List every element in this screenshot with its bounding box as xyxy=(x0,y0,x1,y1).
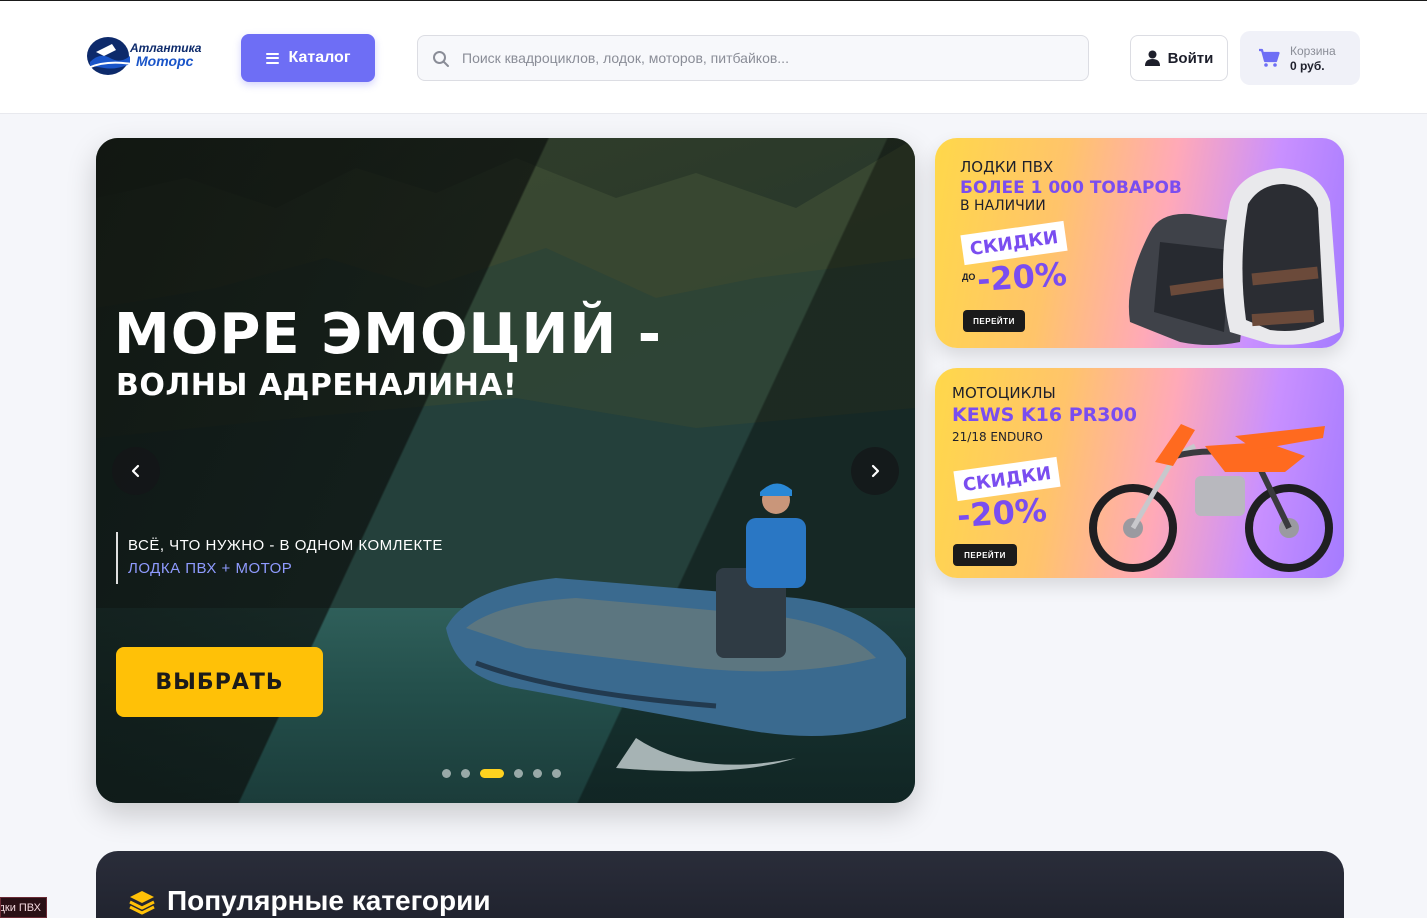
promo-discount: -20% xyxy=(975,254,1069,300)
inflatable-boats-image xyxy=(1128,168,1340,345)
hero-cta-button[interactable]: ВЫБРАТЬ xyxy=(116,647,323,717)
search-input[interactable] xyxy=(462,36,1072,80)
logo-emblem-icon xyxy=(87,37,133,75)
slider-dots xyxy=(442,769,561,778)
login-button[interactable]: Войти xyxy=(1130,35,1228,81)
logo[interactable]: Атлантика Моторс xyxy=(86,34,201,78)
search-bar xyxy=(417,35,1089,81)
search-icon xyxy=(433,51,449,67)
cart-button[interactable]: Корзина 0 руб. xyxy=(1240,31,1360,85)
section-title: Популярные категории xyxy=(167,885,491,916)
tooltip: дки ПВХ xyxy=(0,897,47,918)
promo-category: ЛОДКИ ПВХ xyxy=(960,158,1054,176)
popular-categories-section: Популярные категории xyxy=(96,851,1344,918)
hero-slider: МОРЕ ЭМОЦИЙ - ВОЛНЫ АДРЕНАЛИНА! ВСЁ, ЧТО… xyxy=(96,138,915,803)
promo-banner-motorcycle[interactable]: МОТОЦИКЛЫ KEWS K16 PR300 21/18 ENDURO СК… xyxy=(935,368,1344,578)
cart-label: Корзина xyxy=(1290,44,1336,58)
hero-title: МОРЕ ЭМОЦИЙ - xyxy=(114,302,662,367)
chevron-left-icon xyxy=(131,464,140,478)
promo-subline: В НАЛИЧИИ xyxy=(960,198,1046,214)
slider-dot[interactable] xyxy=(461,769,470,778)
slider-dot[interactable] xyxy=(552,769,561,778)
slider-dot[interactable] xyxy=(533,769,542,778)
cart-icon xyxy=(1259,48,1280,67)
promo-subline: 21/18 ENDURO xyxy=(952,430,1043,444)
menu-icon xyxy=(265,52,279,64)
promo-prefix: ДО xyxy=(962,272,976,282)
hero-divider xyxy=(116,532,118,584)
hero-text-line1: ВСЁ, ЧТО НУЖНО - В ОДНОМ КОМЛЕКТЕ xyxy=(128,537,443,554)
site-header: Атлантика Моторс Каталог Войти Корзина 0… xyxy=(0,0,1427,114)
promo-category: МОТОЦИКЛЫ xyxy=(952,384,1056,402)
hero-text-line2: ЛОДКА ПВХ + МОТОР xyxy=(128,560,293,577)
slider-dot[interactable] xyxy=(442,769,451,778)
boat-image xyxy=(446,483,906,772)
promo-go-button[interactable]: ПЕРЕЙТИ xyxy=(953,544,1017,566)
login-label: Войти xyxy=(1167,49,1214,67)
catalog-button[interactable]: Каталог xyxy=(241,34,375,82)
slider-dot[interactable] xyxy=(480,769,504,778)
cart-total: 0 руб. xyxy=(1290,59,1325,73)
logo-text: Атлантика Моторс xyxy=(130,42,201,69)
motorcycle-image xyxy=(1089,424,1333,572)
promo-banner-boats[interactable]: ЛОДКИ ПВХ БОЛЕЕ 1 000 ТОВАРОВ В НАЛИЧИИ … xyxy=(935,138,1344,348)
layers-icon xyxy=(129,891,155,915)
promo-discount: -20% xyxy=(955,490,1049,536)
catalog-label: Каталог xyxy=(288,49,351,66)
slider-prev-button[interactable] xyxy=(112,447,160,495)
hero-subtitle: ВОЛНЫ АДРЕНАЛИНА! xyxy=(116,368,518,403)
logo-line2: Моторс xyxy=(136,53,194,69)
slider-dot[interactable] xyxy=(514,769,523,778)
chevron-right-icon xyxy=(871,464,880,478)
user-icon xyxy=(1144,50,1160,66)
slider-next-button[interactable] xyxy=(851,447,899,495)
promo-go-button[interactable]: ПЕРЕЙТИ xyxy=(963,310,1025,332)
